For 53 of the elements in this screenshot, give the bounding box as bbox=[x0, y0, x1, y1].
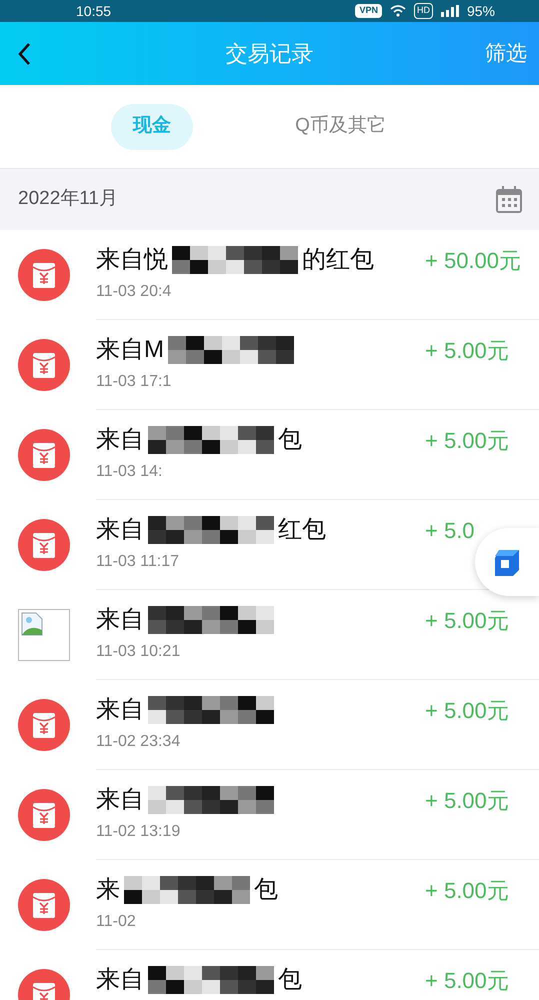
transaction-time: 11-02 bbox=[96, 912, 137, 932]
envelope-icon bbox=[18, 879, 70, 931]
tab[interactable]: Q币及其它 bbox=[273, 104, 408, 150]
transaction-amount: + 5.00元 bbox=[425, 968, 509, 993]
envelope-icon bbox=[18, 519, 70, 571]
battery-level: 95% bbox=[466, 2, 495, 20]
transaction-time: 11-03 17:1 bbox=[96, 372, 172, 392]
sender-name-suffix: 的红包 bbox=[302, 245, 374, 275]
floating-shortcut-button[interactable] bbox=[475, 528, 539, 596]
sender-name: 来自M bbox=[96, 335, 164, 365]
transaction-time: 11-03 10:21 bbox=[96, 642, 182, 662]
envelope-icon bbox=[18, 429, 70, 481]
sender-name-suffix: 包 bbox=[278, 425, 302, 455]
back-icon bbox=[17, 42, 31, 66]
transaction-time: 11-02 23:34 bbox=[96, 732, 182, 752]
sender-name: 来自 bbox=[96, 425, 144, 455]
signal-icon bbox=[440, 5, 459, 17]
hd-badge: HD bbox=[414, 3, 433, 19]
envelope-icon bbox=[18, 699, 70, 751]
wifi-icon bbox=[390, 5, 406, 17]
transaction-amount: + 5.00元 bbox=[425, 878, 509, 903]
sender-name-suffix: 红包 bbox=[278, 515, 326, 545]
sender-name: 来自 bbox=[96, 965, 144, 995]
transaction-amount: + 5.00元 bbox=[425, 608, 509, 633]
sender-name: 来自 bbox=[96, 605, 144, 635]
sender-name-suffix: 包 bbox=[278, 965, 302, 995]
vpn-badge: VPN bbox=[355, 4, 382, 18]
envelope-icon bbox=[18, 339, 70, 391]
transaction-amount: + 50.00元 bbox=[425, 248, 522, 273]
status-time: 10:55 bbox=[76, 2, 112, 20]
transaction-time: 11-03 14: bbox=[96, 462, 164, 482]
transaction-amount: + 5.0 bbox=[425, 518, 475, 543]
sender-name: 来自 bbox=[96, 515, 144, 545]
sender-name: 来自 bbox=[96, 785, 144, 815]
month-label: 2022年11月 bbox=[18, 187, 118, 212]
envelope-icon bbox=[18, 249, 70, 301]
transaction-time: 11-03 20:4 bbox=[96, 282, 172, 302]
sender-name: 来自悦 bbox=[96, 245, 168, 275]
broken-image-icon bbox=[18, 609, 70, 661]
sender-name: 来自 bbox=[96, 695, 144, 725]
transaction-amount: + 5.00元 bbox=[425, 428, 509, 453]
transaction-amount: + 5.00元 bbox=[425, 698, 509, 723]
sender-name: 来 bbox=[96, 875, 120, 905]
transaction-amount: + 5.00元 bbox=[425, 338, 509, 363]
transaction-time: 11-03 11:17 bbox=[96, 552, 180, 572]
envelope-icon bbox=[18, 789, 70, 841]
page-title: 交易记录 bbox=[226, 40, 314, 68]
tab[interactable]: 现金 bbox=[111, 104, 194, 150]
transaction-amount: + 5.00元 bbox=[425, 788, 509, 813]
calendar-icon[interactable] bbox=[495, 186, 523, 214]
transaction-time: 11-02 13:19 bbox=[96, 822, 182, 842]
filter-button[interactable]: 筛选 bbox=[485, 38, 527, 70]
sender-name-suffix: 包 bbox=[254, 875, 278, 905]
